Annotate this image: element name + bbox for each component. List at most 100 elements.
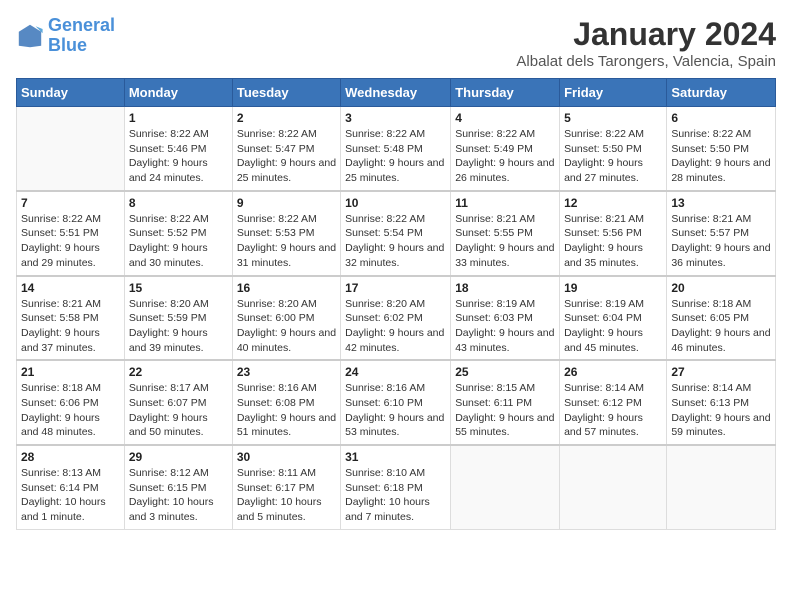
day-number: 23	[237, 365, 336, 379]
day-info: Sunrise: 8:19 AM Sunset: 6:04 PM Dayligh…	[564, 297, 662, 356]
day-info: Sunrise: 8:21 AM Sunset: 5:55 PM Dayligh…	[455, 212, 555, 271]
day-cell: 16 Sunrise: 8:20 AM Sunset: 6:00 PM Dayli…	[232, 276, 340, 361]
day-cell: 27Sunrise: 8:14 AM Sunset: 6:13 PM Dayli…	[667, 360, 776, 445]
day-number: 4	[455, 111, 555, 125]
day-info: Sunrise: 8:14 AM Sunset: 6:12 PM Dayligh…	[564, 381, 662, 440]
page-header: General Blue January 2024 Albalat dels T…	[16, 16, 776, 70]
day-cell: 12 Sunrise: 8:21 AM Sunset: 5:56 PM Dayli…	[560, 191, 667, 276]
day-number: 9	[237, 196, 336, 210]
day-info: Sunrise: 8:22 AM Sunset: 5:46 PM Dayligh…	[129, 127, 228, 186]
day-number: 25	[455, 365, 555, 379]
day-cell: 4 Sunrise: 8:22 AM Sunset: 5:49 PM Daylig…	[451, 107, 560, 191]
day-info: Sunrise: 8:22 AM Sunset: 5:49 PM Dayligh…	[455, 127, 555, 186]
day-cell: 15 Sunrise: 8:20 AM Sunset: 5:59 PM Dayli…	[124, 276, 232, 361]
day-cell: 31 Sunrise: 8:10 AM Sunset: 6:18 PM Dayli…	[341, 445, 451, 529]
day-number: 20	[671, 281, 771, 295]
day-cell: 9 Sunrise: 8:22 AM Sunset: 5:53 PM Daylig…	[232, 191, 340, 276]
weekday-row: SundayMondayTuesdayWednesdayThursdayFrid…	[17, 79, 776, 107]
day-number: 29	[129, 450, 228, 464]
day-number: 17	[345, 281, 446, 295]
day-info: Sunrise: 8:18 AM Sunset: 6:05 PM Dayligh…	[671, 297, 771, 356]
day-info: Sunrise: 8:19 AM Sunset: 6:03 PM Dayligh…	[455, 297, 555, 356]
day-cell	[17, 107, 125, 191]
month-title: January 2024	[516, 16, 776, 53]
week-row-3: 21 Sunrise: 8:18 AM Sunset: 6:06 PM Dayli…	[17, 360, 776, 445]
day-number: 21	[21, 365, 120, 379]
day-info: Sunrise: 8:22 AM Sunset: 5:50 PM Dayligh…	[671, 127, 771, 186]
day-info: Sunrise: 8:20 AM Sunset: 6:00 PM Dayligh…	[237, 297, 336, 356]
day-number: 30	[237, 450, 336, 464]
day-cell: 23 Sunrise: 8:16 AM Sunset: 6:08 PM Dayli…	[232, 360, 340, 445]
day-cell: 29Sunrise: 8:12 AM Sunset: 6:15 PM Dayli…	[124, 445, 232, 529]
day-cell: 19Sunrise: 8:19 AM Sunset: 6:04 PM Dayli…	[560, 276, 667, 361]
day-number: 15	[129, 281, 228, 295]
day-info: Sunrise: 8:16 AM Sunset: 6:10 PM Dayligh…	[345, 381, 446, 440]
location-title: Albalat dels Tarongers, Valencia, Spain	[516, 53, 776, 70]
day-number: 18	[455, 281, 555, 295]
weekday-header-wednesday: Wednesday	[341, 79, 451, 107]
day-number: 26	[564, 365, 662, 379]
day-cell: 6 Sunrise: 8:22 AM Sunset: 5:50 PM Daylig…	[667, 107, 776, 191]
week-row-2: 14 Sunrise: 8:21 AM Sunset: 5:58 PM Dayli…	[17, 276, 776, 361]
day-cell: 10Sunrise: 8:22 AM Sunset: 5:54 PM Dayli…	[341, 191, 451, 276]
day-info: Sunrise: 8:22 AM Sunset: 5:53 PM Dayligh…	[237, 212, 336, 271]
day-info: Sunrise: 8:22 AM Sunset: 5:50 PM Dayligh…	[564, 127, 662, 186]
logo-icon	[16, 22, 44, 50]
day-info: Sunrise: 8:18 AM Sunset: 6:06 PM Dayligh…	[21, 381, 120, 440]
day-cell	[451, 445, 560, 529]
day-info: Sunrise: 8:20 AM Sunset: 5:59 PM Dayligh…	[129, 297, 228, 356]
weekday-header-thursday: Thursday	[451, 79, 560, 107]
day-cell: 8 Sunrise: 8:22 AM Sunset: 5:52 PM Daylig…	[124, 191, 232, 276]
day-info: Sunrise: 8:16 AM Sunset: 6:08 PM Dayligh…	[237, 381, 336, 440]
weekday-header-friday: Friday	[560, 79, 667, 107]
day-cell	[667, 445, 776, 529]
day-number: 31	[345, 450, 446, 464]
day-number: 13	[671, 196, 771, 210]
day-cell: 28Sunrise: 8:13 AM Sunset: 6:14 PM Dayli…	[17, 445, 125, 529]
day-info: Sunrise: 8:22 AM Sunset: 5:51 PM Dayligh…	[21, 212, 120, 271]
calendar-body: 1 Sunrise: 8:22 AM Sunset: 5:46 PM Daylig…	[17, 107, 776, 530]
day-number: 3	[345, 111, 446, 125]
day-cell: 3 Sunrise: 8:22 AM Sunset: 5:48 PM Daylig…	[341, 107, 451, 191]
day-info: Sunrise: 8:21 AM Sunset: 5:58 PM Dayligh…	[21, 297, 120, 356]
day-number: 27	[671, 365, 771, 379]
day-cell: 5 Sunrise: 8:22 AM Sunset: 5:50 PM Daylig…	[560, 107, 667, 191]
day-cell: 30Sunrise: 8:11 AM Sunset: 6:17 PM Dayli…	[232, 445, 340, 529]
day-number: 7	[21, 196, 120, 210]
weekday-header-tuesday: Tuesday	[232, 79, 340, 107]
day-number: 8	[129, 196, 228, 210]
calendar-header: SundayMondayTuesdayWednesdayThursdayFrid…	[17, 79, 776, 107]
day-number: 11	[455, 196, 555, 210]
day-number: 12	[564, 196, 662, 210]
day-number: 24	[345, 365, 446, 379]
day-info: Sunrise: 8:22 AM Sunset: 5:52 PM Dayligh…	[129, 212, 228, 271]
day-info: Sunrise: 8:17 AM Sunset: 6:07 PM Dayligh…	[129, 381, 228, 440]
week-row-1: 7 Sunrise: 8:22 AM Sunset: 5:51 PM Daylig…	[17, 191, 776, 276]
logo: General Blue	[16, 16, 115, 56]
day-cell: 22 Sunrise: 8:17 AM Sunset: 6:07 PM Dayli…	[124, 360, 232, 445]
day-cell: 26 Sunrise: 8:14 AM Sunset: 6:12 PM Dayli…	[560, 360, 667, 445]
day-cell: 14 Sunrise: 8:21 AM Sunset: 5:58 PM Dayli…	[17, 276, 125, 361]
logo-text: General Blue	[48, 16, 115, 56]
day-number: 5	[564, 111, 662, 125]
weekday-header-sunday: Sunday	[17, 79, 125, 107]
day-cell	[560, 445, 667, 529]
day-number: 1	[129, 111, 228, 125]
calendar-table: SundayMondayTuesdayWednesdayThursdayFrid…	[16, 78, 776, 530]
day-info: Sunrise: 8:21 AM Sunset: 5:57 PM Dayligh…	[671, 212, 771, 271]
day-number: 6	[671, 111, 771, 125]
day-cell: 24 Sunrise: 8:16 AM Sunset: 6:10 PM Dayli…	[341, 360, 451, 445]
day-info: Sunrise: 8:22 AM Sunset: 5:48 PM Dayligh…	[345, 127, 446, 186]
weekday-header-monday: Monday	[124, 79, 232, 107]
day-cell: 25Sunrise: 8:15 AM Sunset: 6:11 PM Dayli…	[451, 360, 560, 445]
day-info: Sunrise: 8:21 AM Sunset: 5:56 PM Dayligh…	[564, 212, 662, 271]
day-number: 22	[129, 365, 228, 379]
day-number: 14	[21, 281, 120, 295]
day-cell: 21 Sunrise: 8:18 AM Sunset: 6:06 PM Dayli…	[17, 360, 125, 445]
day-cell: 18 Sunrise: 8:19 AM Sunset: 6:03 PM Dayli…	[451, 276, 560, 361]
day-cell: 13 Sunrise: 8:21 AM Sunset: 5:57 PM Dayli…	[667, 191, 776, 276]
day-info: Sunrise: 8:10 AM Sunset: 6:18 PM Dayligh…	[345, 466, 446, 525]
day-info: Sunrise: 8:20 AM Sunset: 6:02 PM Dayligh…	[345, 297, 446, 356]
day-number: 16	[237, 281, 336, 295]
day-number: 28	[21, 450, 120, 464]
